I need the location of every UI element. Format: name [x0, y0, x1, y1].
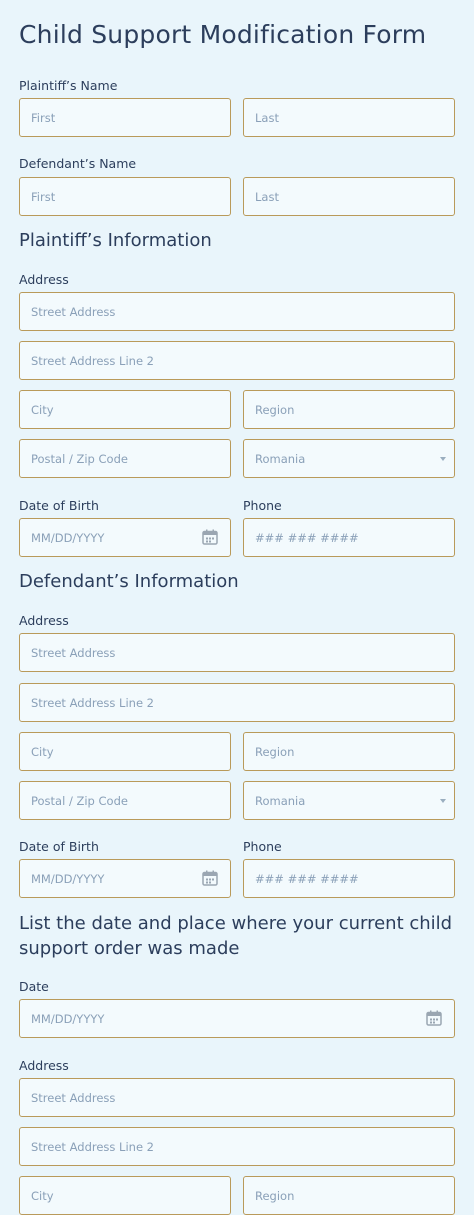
plaintiff-first-name-input[interactable]: First [19, 98, 231, 137]
placeholder: Postal / Zip Code [31, 793, 128, 808]
order-street-input[interactable]: Street Address [19, 1078, 455, 1117]
plaintiff-street2-input[interactable]: Street Address Line 2 [19, 341, 455, 380]
placeholder: City [31, 744, 54, 759]
plaintiff-region-input[interactable]: Region [243, 390, 455, 429]
plaintiff-street-input[interactable]: Street Address [19, 292, 455, 331]
placeholder: City [31, 402, 54, 417]
plaintiff-phone-label: Phone [243, 498, 282, 513]
placeholder: Postal / Zip Code [31, 451, 128, 466]
placeholder: Street Address Line 2 [31, 353, 154, 368]
order-date-input[interactable]: MM/DD/YYYY [19, 999, 455, 1038]
chevron-down-icon [440, 799, 446, 803]
defendant-postal-input[interactable]: Postal / Zip Code [19, 781, 231, 820]
defendant-country-select[interactable]: Romania [243, 781, 455, 820]
calendar-icon[interactable] [426, 1010, 442, 1026]
placeholder: First [31, 110, 56, 125]
defendant-address-label: Address [19, 613, 69, 628]
plaintiff-name-label: Plaintiff’s Name [19, 78, 118, 93]
plaintiff-dob-input[interactable]: MM/DD/YYYY [19, 518, 231, 557]
plaintiff-last-name-input[interactable]: Last [243, 98, 455, 137]
placeholder: Street Address Line 2 [31, 1139, 154, 1154]
placeholder: Region [255, 744, 295, 759]
order-info-heading: List the date and place where your curre… [19, 913, 453, 959]
defendant-first-name-input[interactable]: First [19, 177, 231, 216]
defendant-city-input[interactable]: City [19, 732, 231, 771]
plaintiff-info-heading: Plaintiff’s Information [19, 230, 212, 251]
defendant-dob-input[interactable]: MM/DD/YYYY [19, 859, 231, 898]
placeholder: First [31, 189, 56, 204]
order-street2-input[interactable]: Street Address Line 2 [19, 1127, 455, 1166]
placeholder: Street Address [31, 304, 116, 319]
placeholder: MM/DD/YYYY [31, 530, 105, 545]
plaintiff-phone-input[interactable]: ### ### #### [243, 518, 455, 557]
placeholder: Street Address Line 2 [31, 695, 154, 710]
selected-value: Romania [255, 793, 306, 808]
plaintiff-dob-label: Date of Birth [19, 498, 99, 513]
plaintiff-address-label: Address [19, 272, 69, 287]
order-address-label: Address [19, 1058, 69, 1073]
defendant-dob-label: Date of Birth [19, 839, 99, 854]
chevron-down-icon [440, 457, 446, 461]
calendar-icon[interactable] [202, 870, 218, 886]
defendant-region-input[interactable]: Region [243, 732, 455, 771]
defendant-phone-label: Phone [243, 839, 282, 854]
selected-value: Romania [255, 451, 306, 466]
defendant-name-label: Defendant’s Name [19, 156, 137, 171]
placeholder: Street Address [31, 645, 116, 660]
order-region-input[interactable]: Region [243, 1176, 455, 1215]
placeholder: ### ### #### [255, 871, 359, 886]
calendar-icon[interactable] [202, 529, 218, 545]
placeholder: MM/DD/YYYY [31, 871, 105, 886]
placeholder: Street Address [31, 1090, 116, 1105]
plaintiff-country-select[interactable]: Romania [243, 439, 455, 478]
placeholder: Region [255, 402, 295, 417]
defendant-last-name-input[interactable]: Last [243, 177, 455, 216]
form-title: Child Support Modification Form [19, 20, 427, 49]
defendant-street2-input[interactable]: Street Address Line 2 [19, 683, 455, 722]
defendant-phone-input[interactable]: ### ### #### [243, 859, 455, 898]
placeholder: Last [255, 189, 279, 204]
order-date-label: Date [19, 979, 49, 994]
defendant-street-input[interactable]: Street Address [19, 633, 455, 672]
placeholder: MM/DD/YYYY [31, 1011, 105, 1026]
order-city-input[interactable]: City [19, 1176, 231, 1215]
placeholder: Region [255, 1188, 295, 1203]
plaintiff-city-input[interactable]: City [19, 390, 231, 429]
placeholder: Last [255, 110, 279, 125]
defendant-info-heading: Defendant’s Information [19, 571, 239, 592]
placeholder: ### ### #### [255, 530, 359, 545]
placeholder: City [31, 1188, 54, 1203]
plaintiff-postal-input[interactable]: Postal / Zip Code [19, 439, 231, 478]
